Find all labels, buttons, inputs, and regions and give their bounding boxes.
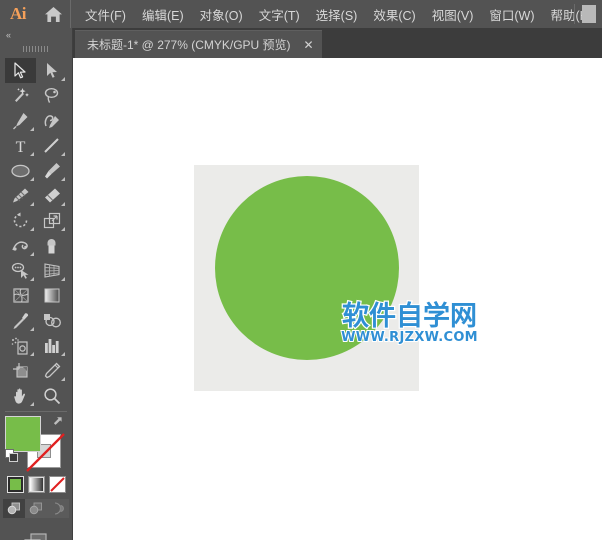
eraser-tool[interactable]	[36, 183, 67, 208]
symbol-sprayer-tool[interactable]	[5, 333, 36, 358]
flyout-indicator-icon	[30, 277, 34, 281]
menu-object[interactable]: 对象(O)	[192, 1, 251, 28]
illustrator-window: Ai 文件(F) 编辑(E) 对象(O) 文字(T) 选择(S) 效果(C) 视…	[0, 0, 602, 540]
magic-wand-tool[interactable]	[5, 83, 36, 108]
zoom-tool[interactable]	[36, 383, 67, 408]
shape-builder-tool[interactable]	[5, 258, 36, 283]
swap-fill-stroke-icon[interactable]	[53, 414, 67, 432]
document-tab[interactable]: 未标题-1* @ 277% (CMYK/GPU 预览) ✕	[75, 30, 322, 58]
flyout-indicator-icon	[30, 352, 34, 356]
flyout-indicator-icon	[61, 277, 65, 281]
pen-tool[interactable]	[5, 108, 36, 133]
menu-type[interactable]: 文字(T)	[251, 1, 308, 28]
paintbrush-tool[interactable]	[36, 158, 67, 183]
flyout-indicator-icon	[61, 177, 65, 181]
window-controls	[567, 0, 602, 28]
scale-tool[interactable]	[36, 208, 67, 233]
gradient-mode-swatch	[29, 478, 43, 491]
toolbar-divider	[5, 411, 67, 412]
type-tool[interactable]: T	[5, 133, 36, 158]
menu-select[interactable]: 选择(S)	[308, 1, 366, 28]
menu-file[interactable]: 文件(F)	[77, 1, 134, 28]
default-fill-stroke-icon[interactable]	[5, 449, 19, 468]
flyout-indicator-icon	[30, 252, 34, 256]
gradient-mode-button[interactable]	[27, 476, 45, 493]
fill-swatch[interactable]	[5, 416, 41, 452]
flyout-indicator-icon	[30, 127, 34, 131]
document-tab-title: 未标题-1* @ 277% (CMYK/GPU 预览)	[87, 38, 291, 52]
width-warp-tool[interactable]	[5, 233, 36, 258]
mesh-tool[interactable]	[5, 283, 36, 308]
menu-right-divider	[574, 4, 575, 24]
slice-tool[interactable]	[36, 358, 67, 383]
rotate-tool[interactable]	[5, 208, 36, 233]
draw-inside-button[interactable]	[47, 499, 69, 518]
flyout-indicator-icon	[61, 352, 65, 356]
menu-effect[interactable]: 效果(C)	[365, 1, 423, 28]
menu-window[interactable]: 窗口(W)	[481, 1, 542, 28]
perspective-grid-tool[interactable]	[36, 258, 67, 283]
toolbar-collapse-button[interactable]: «	[0, 28, 73, 42]
flyout-indicator-icon	[30, 152, 34, 156]
flyout-indicator-icon	[30, 227, 34, 231]
shaper-pencil-tool[interactable]	[5, 183, 36, 208]
window-control-chip[interactable]	[582, 5, 596, 23]
color-mode-swatch	[9, 479, 21, 490]
gradient-tool[interactable]	[36, 283, 67, 308]
toolbar-drag-handle[interactable]	[0, 42, 72, 56]
draw-mode-row	[0, 499, 72, 518]
svg-text:T: T	[16, 139, 26, 154]
free-transform-tool[interactable]	[36, 233, 67, 258]
column-graph-tool[interactable]	[36, 333, 67, 358]
tools-panel: « T	[0, 28, 73, 540]
grip-dots-icon	[23, 46, 49, 52]
screen-mode-button[interactable]	[22, 532, 50, 540]
screen-mode-row	[0, 532, 72, 540]
menu-item-list: 文件(F) 编辑(E) 对象(O) 文字(T) 选择(S) 效果(C) 视图(V…	[77, 1, 601, 28]
tool-grid: T	[0, 56, 72, 408]
color-mode-button[interactable]	[6, 476, 24, 493]
flyout-indicator-icon	[30, 402, 34, 406]
home-icon[interactable]	[36, 0, 70, 28]
flyout-indicator-icon	[30, 202, 34, 206]
line-segment-tool[interactable]	[36, 133, 67, 158]
ellipse-shape[interactable]	[215, 176, 399, 360]
app-logo: Ai	[10, 4, 27, 23]
hand-tool[interactable]	[5, 383, 36, 408]
menu-view[interactable]: 视图(V)	[424, 1, 482, 28]
direct-selection-tool[interactable]	[36, 58, 67, 83]
flyout-indicator-icon	[61, 202, 65, 206]
flyout-indicator-icon	[61, 152, 65, 156]
menu-bar: Ai 文件(F) 编辑(E) 对象(O) 文字(T) 选择(S) 效果(C) 视…	[0, 0, 602, 28]
color-mode-row	[0, 476, 72, 493]
menu-edit[interactable]: 编辑(E)	[134, 1, 192, 28]
flyout-indicator-icon	[61, 77, 65, 81]
flyout-indicator-icon	[30, 177, 34, 181]
curvature-tool[interactable]	[36, 108, 67, 133]
chevron-left-double-icon: «	[6, 30, 11, 40]
eyedropper-tool[interactable]	[5, 308, 36, 333]
blend-tool[interactable]	[36, 308, 67, 333]
flyout-indicator-icon	[61, 227, 65, 231]
document-canvas[interactable]	[73, 58, 602, 540]
selection-tool[interactable]	[5, 58, 36, 83]
ellipse-tool[interactable]	[5, 158, 36, 183]
artboard-tool[interactable]	[5, 358, 36, 383]
document-tab-bar: 未标题-1* @ 277% (CMYK/GPU 预览) ✕	[73, 28, 602, 58]
lasso-tool[interactable]	[36, 83, 67, 108]
draw-normal-button[interactable]	[3, 499, 25, 518]
none-mode-swatch	[49, 477, 65, 492]
none-mode-button[interactable]	[48, 476, 66, 493]
close-icon[interactable]: ✕	[302, 38, 316, 52]
fill-stroke-control	[5, 414, 67, 472]
draw-behind-button[interactable]	[25, 499, 47, 518]
flyout-indicator-icon	[61, 377, 65, 381]
menu-divider	[70, 0, 71, 28]
flyout-indicator-icon	[30, 327, 34, 331]
